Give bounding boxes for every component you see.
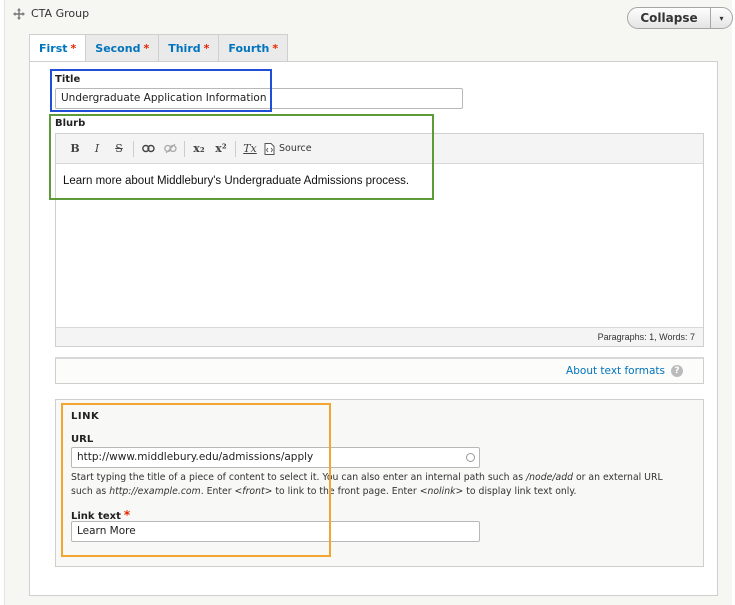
editor-status: Paragraphs: 1, Words: 7 xyxy=(56,327,703,346)
text-format-bar: About text formats ? xyxy=(55,357,704,384)
toolbar-separator xyxy=(133,140,134,157)
required-marker: * xyxy=(203,41,210,55)
link-fieldset: LINK URL http://www.middlebury.edu/admis… xyxy=(55,399,704,567)
blurb-label: Blurb xyxy=(55,118,86,129)
link-text-input[interactable]: Learn More xyxy=(71,521,480,542)
editor-content[interactable]: Learn more about Middlebury's Undergradu… xyxy=(63,175,409,187)
group-title: CTA Group xyxy=(31,7,90,20)
dropbutton-toggle[interactable]: ▾ xyxy=(710,8,732,28)
link-icon xyxy=(141,144,155,153)
url-input[interactable]: http://www.middlebury.edu/admissions/app… xyxy=(71,447,480,468)
superscript-button[interactable]: x² xyxy=(210,139,232,159)
required-marker: * xyxy=(272,41,279,55)
about-text-formats-link[interactable]: About text formats ? xyxy=(566,365,683,377)
strikethrough-button[interactable]: S xyxy=(108,139,130,159)
unlink-button[interactable] xyxy=(159,139,181,159)
link-legend: LINK xyxy=(71,411,100,422)
url-description: Start typing the title of a piece of con… xyxy=(71,472,663,497)
required-marker: * xyxy=(143,41,150,55)
title-input[interactable]: Undergraduate Application Information xyxy=(55,88,463,109)
unlink-icon xyxy=(163,143,177,154)
remove-format-button[interactable]: Tx xyxy=(239,139,261,159)
url-label: URL xyxy=(71,434,94,445)
collapse-button[interactable]: Collapse xyxy=(628,8,710,28)
tab-third[interactable]: Third * xyxy=(159,34,220,62)
required-marker: * xyxy=(123,508,131,522)
required-marker: * xyxy=(70,41,77,55)
collapse-dropbutton: Collapse ▾ xyxy=(627,7,733,29)
link-button[interactable] xyxy=(137,139,159,159)
source-icon xyxy=(264,142,275,155)
bold-button[interactable]: B xyxy=(64,139,86,159)
source-button[interactable]: Source xyxy=(264,142,312,155)
chevron-down-icon: ▾ xyxy=(719,13,724,23)
toolbar-separator xyxy=(235,140,236,157)
blurb-editor: B I S x₂ x² Tx Source Learn more about M… xyxy=(55,133,704,347)
help-icon: ? xyxy=(671,365,683,377)
subscript-button[interactable]: x₂ xyxy=(188,139,210,159)
move-handle-icon[interactable] xyxy=(13,7,25,20)
tab-first[interactable]: First * xyxy=(29,34,87,62)
toolbar-separator xyxy=(184,140,185,157)
link-text-label: Link text * xyxy=(71,508,131,522)
tab-bar: First * Second * Third * Fourth * xyxy=(29,34,289,62)
tab-fourth[interactable]: Fourth * xyxy=(219,34,289,62)
group-header: CTA Group xyxy=(13,7,89,20)
tab-second[interactable]: Second * xyxy=(86,34,160,62)
editor-toolbar: B I S x₂ x² Tx Source xyxy=(56,134,703,164)
title-label: Title xyxy=(55,74,81,85)
italic-button[interactable]: I xyxy=(86,139,108,159)
autocomplete-icon xyxy=(466,453,475,462)
